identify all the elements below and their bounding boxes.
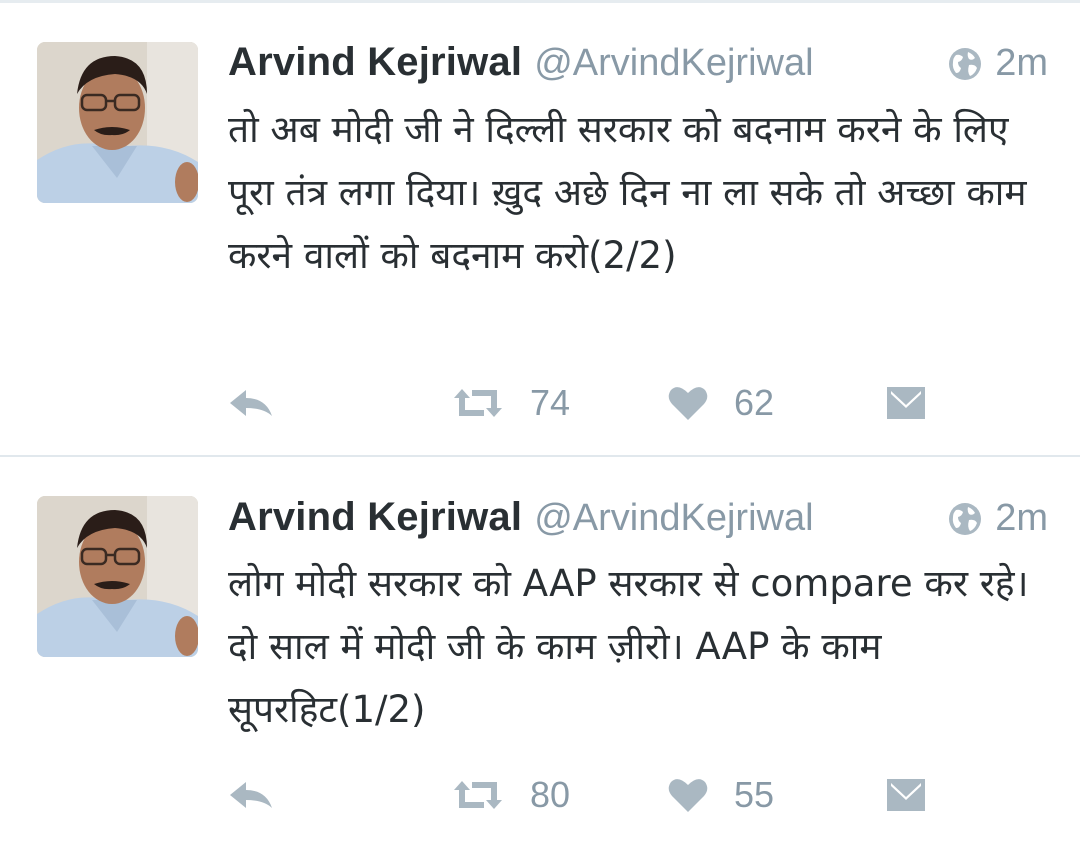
tweet-header: Arvind Kejriwal @ArvindKejriwal 2m [228, 495, 1048, 543]
timestamp[interactable]: 2m [995, 42, 1048, 85]
avatar[interactable] [37, 496, 198, 657]
globe-icon [949, 47, 982, 80]
retweet-button[interactable]: 80 [450, 770, 570, 820]
avatar-image [37, 496, 198, 657]
like-count: 62 [734, 382, 775, 423]
envelope-icon [887, 779, 925, 811]
retweet-icon [454, 781, 502, 809]
tweet-meta: 2m [947, 497, 1048, 540]
tweet-actions: 74 62 [228, 378, 948, 428]
retweet-count: 74 [530, 382, 571, 423]
tweet-meta: 2m [947, 42, 1048, 85]
timestamp[interactable]: 2m [995, 497, 1048, 540]
globe-icon [949, 502, 982, 535]
display-name[interactable]: Arvind Kejriwal [228, 495, 522, 539]
avatar[interactable] [37, 42, 198, 203]
heart-icon [668, 779, 708, 812]
tweet[interactable]: Arvind Kejriwal @ArvindKejriwal 2m लोग मो… [0, 457, 1080, 844]
tweet[interactable]: Arvind Kejriwal @ArvindKejriwal 2m तो अब … [0, 0, 1080, 455]
retweet-button[interactable]: 74 [450, 378, 570, 428]
envelope-icon [887, 387, 925, 419]
tweet-text: तो अब मोदी जी ने दिल्ली सरकार को बदनाम क… [228, 108, 1027, 277]
tweet-header: Arvind Kejriwal @ArvindKejriwal 2m [228, 40, 1048, 88]
heart-icon [668, 387, 708, 420]
retweet-icon [454, 389, 502, 417]
reply-button[interactable] [228, 378, 274, 428]
like-button[interactable]: 55 [668, 770, 774, 820]
retweet-count: 80 [530, 774, 571, 815]
display-name[interactable]: Arvind Kejriwal [228, 40, 522, 84]
like-button[interactable]: 62 [668, 378, 774, 428]
like-count: 55 [734, 774, 775, 815]
reply-icon [230, 782, 272, 808]
reply-button[interactable] [228, 770, 274, 820]
message-button[interactable] [886, 378, 926, 428]
tweet-text: लोग मोदी सरकार को AAP सरकार से compare क… [228, 562, 1029, 731]
tweet-actions: 80 55 [228, 770, 948, 820]
avatar-image [37, 42, 198, 203]
reply-icon [230, 390, 272, 416]
message-button[interactable] [886, 770, 926, 820]
user-handle[interactable]: @ArvindKejriwal [534, 497, 813, 539]
user-handle[interactable]: @ArvindKejriwal [534, 42, 813, 84]
